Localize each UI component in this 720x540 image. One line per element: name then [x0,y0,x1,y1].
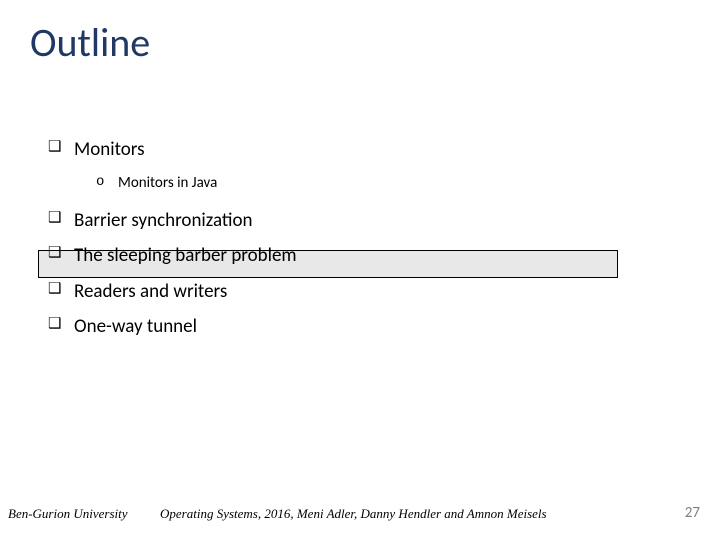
list-item-highlighted: The sleeping barber problem [48,241,680,270]
list-item-label: Readers and writers [74,280,227,303]
list-item: Barrier synchronization [48,206,680,235]
list-item-label: One-way tunnel [74,315,197,338]
list-subitem: Monitors in Java [48,172,680,195]
list-item-label: Monitors [74,138,145,161]
list-item: One-way tunnel [48,312,680,341]
footer-university: Ben-Gurion University [8,506,128,522]
list-item-label: The sleeping barber problem [74,244,297,267]
page-number: 27 [685,504,700,522]
list-subitem-label: Monitors in Java [118,174,217,192]
slide: Outline Monitors Monitors in Java Barrie… [0,0,720,540]
footer-course: Operating Systems, 2016, Meni Adler, Dan… [160,506,547,522]
list-item: Readers and writers [48,277,680,306]
slide-title: Outline [30,18,150,67]
list-item-label: Barrier synchronization [74,209,253,232]
outline-list: Monitors Monitors in Java Barrier synchr… [48,135,680,347]
list-item: Monitors [48,135,680,164]
